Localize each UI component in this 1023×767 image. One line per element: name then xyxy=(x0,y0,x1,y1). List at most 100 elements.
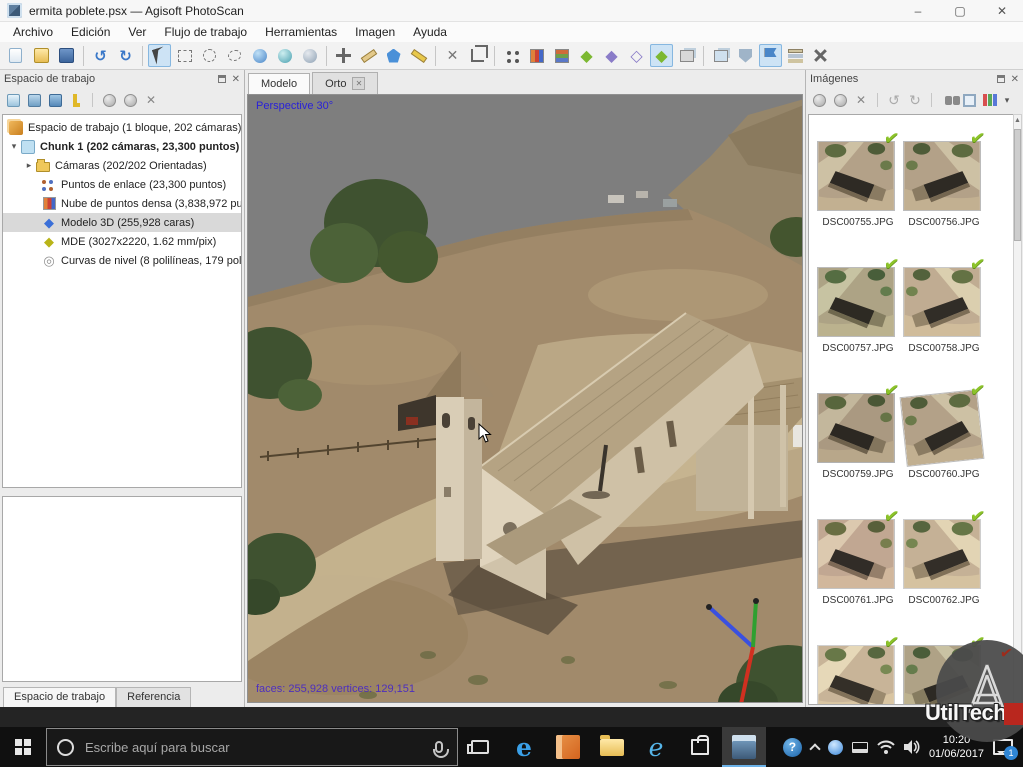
tray-expand-icon[interactable] xyxy=(809,743,820,754)
menu-flujo-de-trabajo[interactable]: Flujo de trabajo xyxy=(155,23,256,41)
photo-cell[interactable]: ✔ xyxy=(817,645,899,705)
redo-icon[interactable]: ↻ xyxy=(114,44,137,67)
photo-cell[interactable]: ✔ DSC00761.JPG xyxy=(817,519,899,606)
model-shaded-icon[interactable]: ◆ xyxy=(575,44,598,67)
photo-cell[interactable]: ✔ DSC00757.JPG xyxy=(817,267,899,354)
minimize-button[interactable]: – xyxy=(897,0,939,22)
photo-cell[interactable]: ✔ DSC00760.JPG xyxy=(903,393,985,480)
draw-polyline-icon[interactable] xyxy=(407,44,430,67)
model-3d-view[interactable]: Perspective 30° faces: 255,928 vertices:… xyxy=(247,94,803,703)
show-photos-icon[interactable] xyxy=(709,44,732,67)
model-textured-icon[interactable]: ◆ xyxy=(650,44,673,67)
show-markers-icon[interactable] xyxy=(759,44,782,67)
show-tiepoints-icon[interactable] xyxy=(500,44,523,67)
filter-photos-icon[interactable] xyxy=(960,91,978,109)
rotate-object-icon[interactable] xyxy=(248,44,271,67)
explorer-taskbar-button[interactable] xyxy=(590,727,634,767)
enable-camera-icon[interactable] xyxy=(810,91,828,109)
volume-icon[interactable] xyxy=(904,740,920,754)
circle-selection-icon[interactable] xyxy=(198,44,221,67)
search-input[interactable] xyxy=(83,739,426,756)
delete-icon[interactable]: ✕ xyxy=(441,44,464,67)
photo-cell[interactable]: ✔ DSC00755.JPG xyxy=(817,141,899,228)
menu-ayuda[interactable]: Ayuda xyxy=(404,23,456,41)
tab-referencia[interactable]: Referencia xyxy=(116,687,191,707)
panel-close-icon[interactable]: ✕ xyxy=(1011,74,1019,85)
model-solid-icon[interactable]: ◆ xyxy=(600,44,623,67)
disable-item-icon[interactable] xyxy=(121,91,139,109)
disable-camera-icon[interactable] xyxy=(831,91,849,109)
enable-item-icon[interactable] xyxy=(100,91,118,109)
cortana-tray-icon[interactable] xyxy=(828,740,843,755)
tab-orto[interactable]: Orto ✕ xyxy=(312,72,378,94)
draw-polygon-icon[interactable] xyxy=(382,44,405,67)
view-dropdown-icon[interactable]: ▾ xyxy=(1002,91,1012,109)
select-arrow-icon[interactable] xyxy=(148,44,171,67)
task-view-button[interactable] xyxy=(458,727,502,767)
tab-espacio-de-trabajo[interactable]: Espacio de trabajo xyxy=(3,687,116,707)
photo-cell[interactable]: ✔ DSC00759.JPG xyxy=(817,393,899,480)
maximize-button[interactable]: ▢ xyxy=(939,0,981,22)
tree-item-mde[interactable]: ◆ MDE (3027x2220, 1.62 mm/pix) xyxy=(3,232,241,251)
tree-item-chunk[interactable]: ▾ Chunk 1 (202 cámaras, 23,300 puntos) [… xyxy=(3,137,241,156)
tree-item-contours[interactable]: ◎ Curvas de nivel (8 polilíneas, 179 pol… xyxy=(3,251,241,270)
photo-cell[interactable]: ✔ DSC00758.JPG xyxy=(903,267,985,354)
close-button[interactable]: ✕ xyxy=(981,0,1023,22)
expand-icon[interactable]: ▸ xyxy=(23,160,35,171)
free-form-selection-icon[interactable] xyxy=(223,44,246,67)
menu-ver[interactable]: Ver xyxy=(119,23,155,41)
store-taskbar-button[interactable] xyxy=(678,727,722,767)
tree-item-densecloud[interactable]: Nube de puntos densa (3,838,972 puntos, … xyxy=(3,194,241,213)
show-cameras-icon[interactable] xyxy=(675,44,698,67)
add-scalebar-icon[interactable] xyxy=(67,91,85,109)
remove-camera-icon[interactable]: ✕ xyxy=(852,91,870,109)
scroll-up-icon[interactable]: ▲ xyxy=(1014,115,1021,127)
move-region-icon[interactable] xyxy=(809,44,832,67)
model-wireframe-icon[interactable]: ◇ xyxy=(625,44,648,67)
wifi-icon[interactable] xyxy=(877,740,895,754)
resize-region-icon[interactable] xyxy=(466,44,489,67)
rotate-right-icon[interactable]: ↻ xyxy=(906,91,924,109)
taskbar-search[interactable] xyxy=(46,728,458,766)
details-view-icon[interactable] xyxy=(981,91,999,109)
menu-imagen[interactable]: Imagen xyxy=(346,23,404,41)
undo-icon[interactable]: ↺ xyxy=(89,44,112,67)
navigation-icon[interactable] xyxy=(332,44,355,67)
add-chunk-icon[interactable] xyxy=(4,91,22,109)
collapse-icon[interactable]: ▾ xyxy=(8,141,20,152)
panel-close-icon[interactable]: ✕ xyxy=(232,74,240,85)
menu-edicion[interactable]: Edición xyxy=(62,23,119,41)
pin-icon[interactable] xyxy=(997,75,1005,83)
photo-cell[interactable]: ✔ DSC00756.JPG xyxy=(903,141,985,228)
scrollbar-thumb[interactable] xyxy=(1014,129,1021,241)
microphone-icon[interactable] xyxy=(435,741,443,753)
menu-archivo[interactable]: Archivo xyxy=(4,23,62,41)
rectangle-selection-icon[interactable] xyxy=(173,44,196,67)
tree-item-workspace[interactable]: Espacio de trabajo (1 bloque, 202 cámara… xyxy=(3,118,241,137)
office-taskbar-button[interactable] xyxy=(546,727,590,767)
touch-keyboard-icon[interactable] xyxy=(852,742,868,753)
show-dense-cloud-icon[interactable] xyxy=(525,44,548,67)
ie-taskbar-button[interactable]: e xyxy=(634,727,678,767)
rotate-region-icon[interactable] xyxy=(273,44,296,67)
edge-taskbar-button[interactable]: e xyxy=(502,727,546,767)
ruler-icon[interactable] xyxy=(357,44,380,67)
view-photo-icon[interactable] xyxy=(939,91,957,109)
tab-close-icon[interactable]: ✕ xyxy=(352,77,365,90)
new-project-icon[interactable] xyxy=(5,44,28,67)
remove-item-icon[interactable]: ✕ xyxy=(142,91,160,109)
start-button[interactable] xyxy=(0,727,46,767)
open-project-icon[interactable] xyxy=(30,44,53,67)
photoscan-taskbar-button[interactable] xyxy=(722,727,766,767)
menu-herramientas[interactable]: Herramientas xyxy=(256,23,346,41)
dense-cloud-classes-icon[interactable] xyxy=(550,44,573,67)
rotate-left-icon[interactable]: ↺ xyxy=(885,91,903,109)
tree-item-model3d[interactable]: ◆ Modelo 3D (255,928 caras) xyxy=(3,213,241,232)
action-center-icon[interactable]: 1 xyxy=(993,739,1013,755)
save-project-icon[interactable] xyxy=(55,44,78,67)
add-photos-icon[interactable] xyxy=(25,91,43,109)
pin-icon[interactable] xyxy=(218,75,226,83)
rotate-view-icon[interactable] xyxy=(298,44,321,67)
photo-cell[interactable]: ✔ DSC00762.JPG xyxy=(903,519,985,606)
show-shapes-icon[interactable] xyxy=(734,44,757,67)
